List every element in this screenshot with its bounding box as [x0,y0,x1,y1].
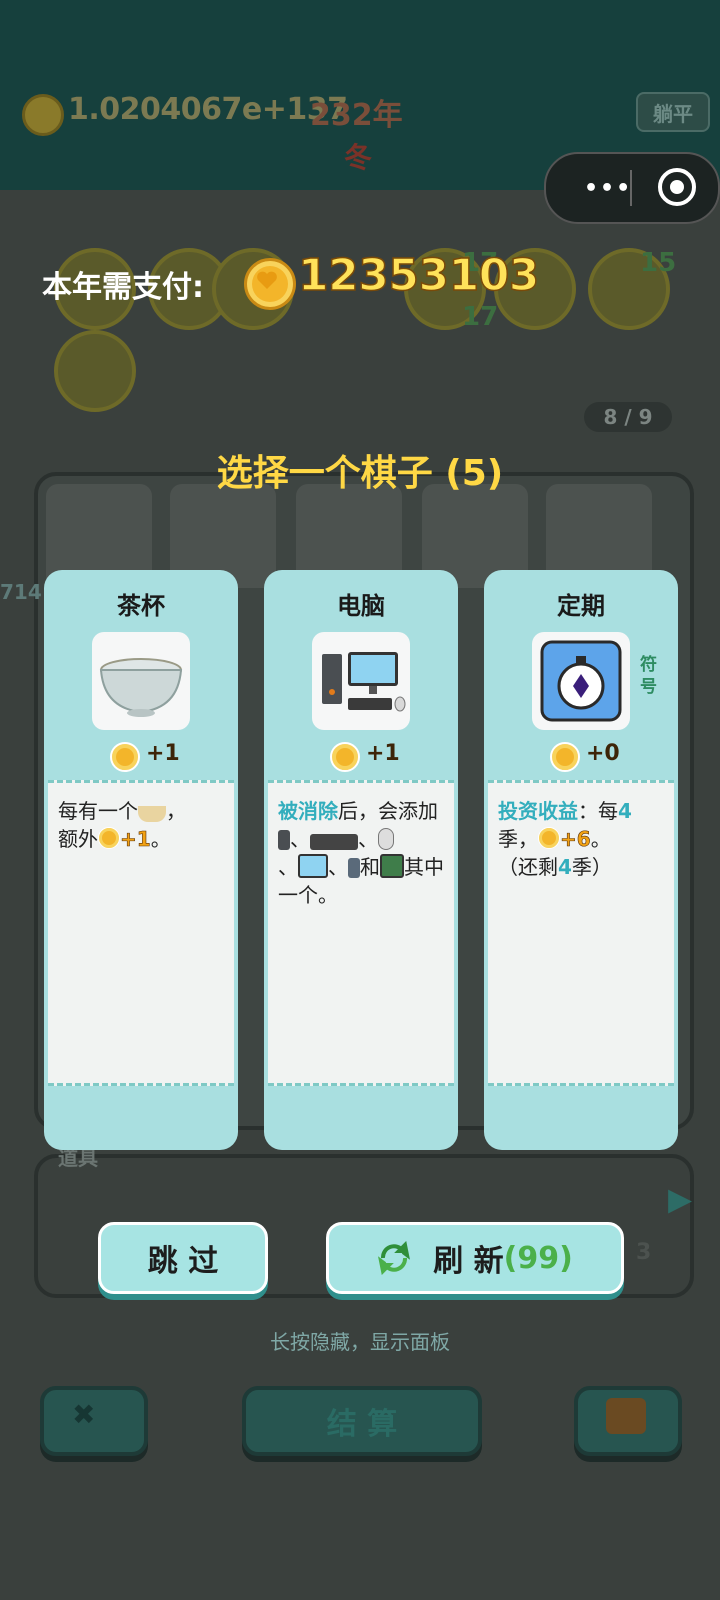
card-name: 茶杯 [117,592,165,620]
coin-icon [98,827,120,849]
monitor-icon [298,854,328,878]
page-indicator: 8 / 9 [584,402,672,432]
card-tea-cup[interactable]: 茶杯 +1 每有一个，额外 +1。 [44,570,238,1150]
year-label: 232年 [310,98,403,133]
mini-program-capsule[interactable]: ••• [544,152,720,224]
desc-text: 、 [290,827,310,851]
piece-count: 17 [462,302,499,332]
settle-button[interactable]: 结 算 [242,1386,482,1456]
ram-icon [348,858,360,878]
desc-text: 、 [278,855,298,879]
tea-bowl-icon [138,806,166,822]
card-description: 被消除后，会添加、、、、和其中一个。 [268,780,454,1086]
card-computer[interactable]: 电脑 +1 被消除后，会添加、、、、和其中一个。 [264,570,458,1150]
card-coin-value: +1 [146,741,180,766]
desc-text: 额外 [58,827,98,851]
symbol-tag: 符号 [640,655,657,697]
desc-text: （还剩 [498,855,558,879]
desc-text: 。 [590,827,611,851]
pay-label: 本年需支付: [42,270,204,305]
money-value: 1.0204067e+137 [68,92,348,127]
card-coin-icon [330,742,360,772]
desc-text: ：每 [578,799,618,823]
next-arrow-icon[interactable]: ▸ [668,1170,692,1226]
desc-text: 每有一个 [58,799,138,823]
desc-text: 后，会添加 [338,799,438,823]
stopwatch-icon [532,632,630,730]
pc-case-icon [278,830,290,850]
keyboard-icon [310,834,358,850]
desc-coin-value: +1 [120,827,151,852]
desc-text: 、 [328,855,348,879]
desc-text: 。 [150,827,171,851]
mouse-icon [378,828,394,850]
skip-button[interactable]: 跳 过 [98,1222,268,1294]
refresh-icon [377,1240,411,1276]
board-side-number: 714 [0,580,42,604]
close-target-icon[interactable] [658,168,696,206]
card-name: 定期 [557,592,605,620]
card-coin-value: +1 [366,741,400,766]
piece-count: 15 [640,248,677,278]
desc-number: 4 [558,855,572,879]
skip-label: 跳 过 [147,1244,219,1279]
desc-text: 、 [358,827,378,851]
card-coin-icon [550,742,580,772]
desc-keyword: 被消除 [278,799,338,823]
delete-icon: ✖ [72,1398,96,1431]
season-label: 冬 [344,141,373,174]
coin-icon [538,827,560,849]
cpu-icon [380,854,404,878]
card-description: 投资收益：每4 季， +6。 （还剩4季） [488,780,674,1086]
choose-title: 选择一个棋子 (5) [216,453,504,494]
card-fixed-deposit[interactable]: 定期 符号 +0 投资收益：每4 季， +6。 （还剩4季） [484,570,678,1150]
pay-coin-icon [244,258,296,310]
desc-keyword: 投资收益 [498,799,578,823]
desc-text: 和 [360,855,380,879]
card-description: 每有一个 ， 额外 +1。 [48,780,234,1086]
hide-panel-hint: 长按隐藏，显示面板 [270,1330,450,1354]
item-count: 3 [636,1240,652,1265]
settle-label: 结 算 [326,1407,398,1442]
more-icon[interactable]: ••• [584,176,632,201]
desc-text: 季， [498,827,538,851]
capsule-divider [630,170,632,206]
desc-number: 4 [618,799,632,823]
desc-text: ， [166,799,186,823]
pay-amount: 12353103 [297,249,540,302]
refresh-count: (99) [503,1240,573,1276]
card-coin-value: +0 [586,741,620,766]
desc-coin-value: +6 [560,827,591,852]
desc-text: 季） [571,855,612,879]
refresh-button[interactable]: 刷 新 (99) [326,1222,624,1294]
briefcase-icon [606,1398,646,1434]
card-name: 电脑 [337,592,385,620]
card-coin-icon [110,742,140,772]
tea-bowl-icon [92,632,190,730]
computer-icon [312,632,410,730]
bag-button[interactable] [574,1386,682,1456]
owned-piece [54,330,136,412]
money-coin-icon [22,94,64,136]
flat-button[interactable]: 躺平 [636,92,710,132]
refresh-label: 刷 新 [433,1244,504,1279]
remove-button[interactable]: ✖ [40,1386,148,1456]
